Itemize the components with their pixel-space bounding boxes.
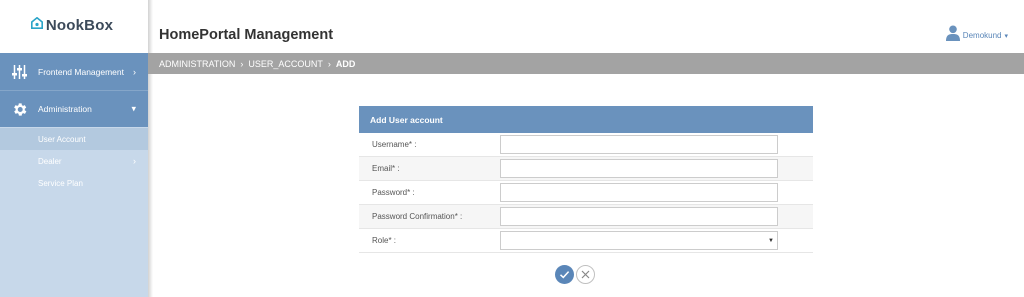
email-row: Email* : [359,157,813,181]
password-label: Password* : [372,188,415,197]
role-select[interactable]: ▼ [500,231,778,250]
chevron-right-icon: › [133,66,136,77]
role-label: Role* : [372,236,397,245]
sidebar-subnav: User Account Dealer › Service Plan [0,127,148,194]
sliders-icon [0,64,38,79]
gear-icon [0,101,38,118]
email-field[interactable] [500,159,778,178]
brand[interactable]: NookBox [0,0,148,53]
sidebar-item-label: Frontend Management [38,66,124,77]
app-root: NookBox Frontend Management › Administra… [0,0,1024,297]
sidebar-item-frontend-management[interactable]: Frontend Management › [0,53,148,90]
dropdown-arrow-icon: ▼ [768,237,774,244]
email-label: Email* : [372,164,400,173]
sidebar-subitem-user-account[interactable]: User Account [0,128,148,150]
password-confirmation-field[interactable] [500,207,778,226]
role-row: Role* : ▼ [359,229,813,253]
sidebar-subitem-service-plan[interactable]: Service Plan [0,172,148,194]
sidebar-subitem-label: User Account [38,134,86,144]
sidebar-item-administration[interactable]: Administration ▾ [0,90,148,127]
add-user-panel: Add User account Username* : Email* : Pa… [359,106,813,253]
breadcrumb-add: ADD [335,58,356,69]
password-confirmation-label: Password Confirmation* : [372,212,463,221]
panel-title: Add User account [359,106,813,133]
password-field[interactable] [500,183,778,202]
chevron-down-icon: ▾ [131,103,136,114]
user-avatar-icon [945,25,960,46]
sidebar-subitem-label: Service Plan [38,178,83,188]
submit-button[interactable] [555,265,574,284]
brand-name: NookBox [45,16,114,34]
sidebar-subitem-dealer[interactable]: Dealer › [0,150,148,172]
close-icon [581,270,590,279]
breadcrumb-separator-icon: › [240,58,244,69]
sidebar-shadow [148,0,153,297]
user-menu[interactable]: Demokund ▾ [945,25,1008,46]
breadcrumb-separator-icon: › [327,58,331,69]
username-row: Username* : [359,133,813,157]
password-confirmation-row: Password Confirmation* : [359,205,813,229]
chevron-right-icon: › [133,156,136,166]
username-field[interactable] [500,135,778,154]
nookbox-logo-icon [30,16,43,34]
sidebar: NookBox Frontend Management › Administra… [0,0,148,297]
form-actions [555,265,595,284]
breadcrumb-user-account[interactable]: USER_ACCOUNT [248,59,323,69]
caret-down-icon: ▾ [1004,32,1008,40]
cancel-button[interactable] [576,265,595,284]
user-name: Demokund [962,31,1002,40]
sidebar-subitem-label: Dealer [38,156,62,166]
breadcrumb-administration[interactable]: ADMINISTRATION [159,59,235,69]
username-label: Username* : [372,140,417,149]
page-title: HomePortal Management [159,27,334,43]
breadcrumb: ADMINISTRATION › USER_ACCOUNT › ADD [148,53,1024,74]
password-row: Password* : [359,181,813,205]
sidebar-item-label: Administration [38,104,92,114]
brand-inner: NookBox [30,16,114,34]
check-icon [559,271,570,279]
